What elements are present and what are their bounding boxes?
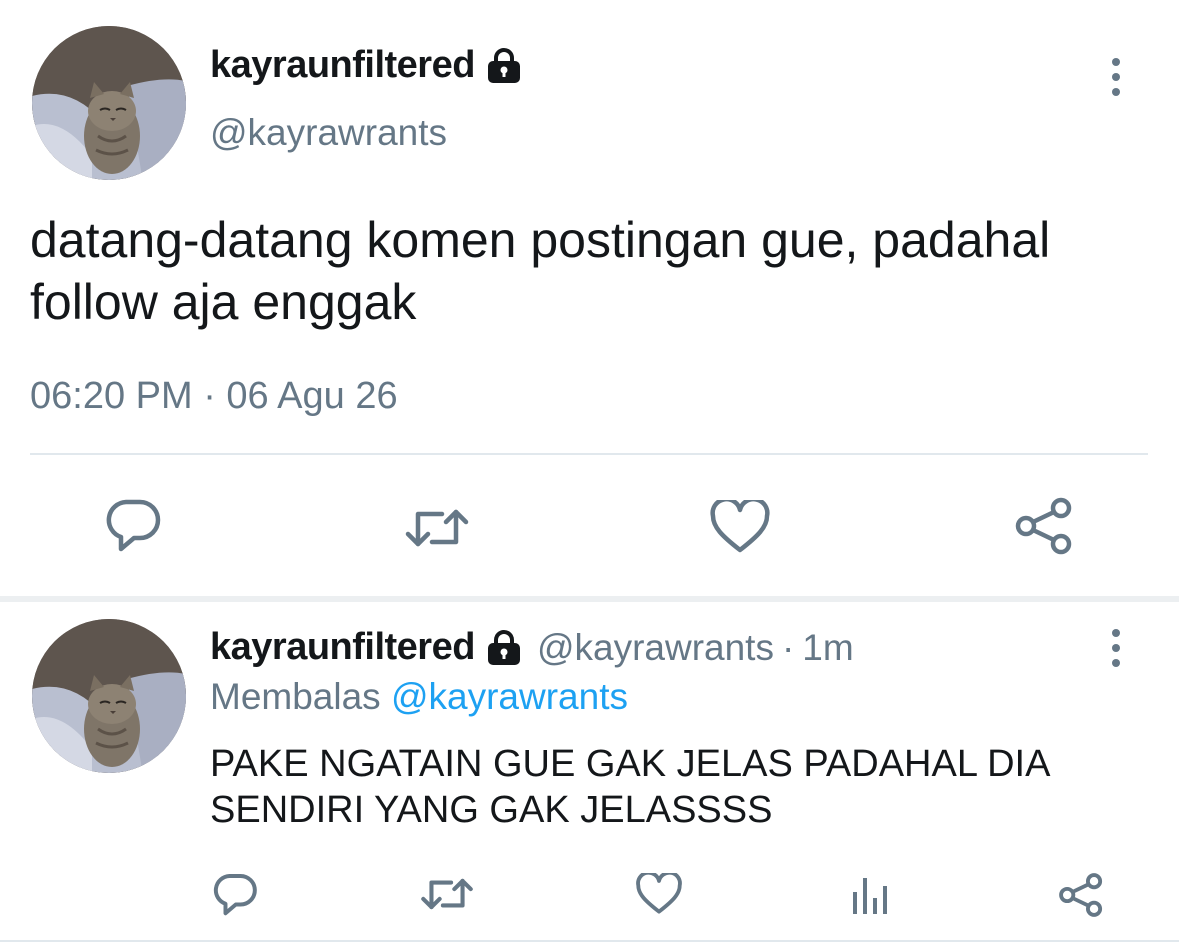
reply-header: kayraunfiltered @kayrawrants · 1m [210, 626, 854, 669]
more-options-button[interactable] [1110, 58, 1122, 96]
dot [1112, 58, 1120, 66]
divider [0, 940, 1179, 942]
like-icon [636, 873, 682, 914]
more-options-button[interactable] [1110, 629, 1122, 667]
analytics-icon [853, 878, 887, 914]
tweet-time[interactable]: 1m [802, 627, 853, 669]
dot [1112, 629, 1120, 637]
like-button[interactable] [636, 873, 682, 915]
avatar[interactable] [32, 619, 186, 773]
lock-icon [487, 629, 520, 665]
share-icon [1059, 873, 1103, 917]
time-separator: · [781, 626, 795, 668]
lock-icon [487, 47, 520, 83]
display-name[interactable]: kayraunfiltered [210, 626, 523, 669]
avatar[interactable] [32, 26, 186, 180]
reply-text: PAKE NGATAIN GUE GAK JELAS PADAHAL DIA S… [210, 743, 1049, 831]
cat-avatar-image [32, 26, 186, 180]
display-name[interactable]: kayraunfiltered [210, 44, 523, 87]
user-handle[interactable]: @kayrawrants [537, 627, 774, 669]
analytics-button[interactable] [850, 874, 890, 916]
reply-icon [213, 873, 257, 916]
share-button[interactable] [1058, 872, 1104, 918]
tweet-timestamp[interactable]: 06:20 PM · 06 Agu 26 [30, 375, 398, 418]
reply-icon [106, 499, 161, 552]
user-handle[interactable]: @kayrawrants [210, 112, 447, 154]
cat-avatar-image [32, 619, 186, 773]
dot [1112, 88, 1120, 96]
reply-button[interactable] [212, 872, 258, 918]
retweet-button[interactable] [404, 506, 470, 550]
replying-to: Membalas @kayrawrants [210, 676, 628, 718]
retweet-icon [405, 509, 469, 547]
divider [30, 453, 1148, 455]
tweet-text: datang-datang komen postingan gue, padah… [30, 212, 1051, 330]
share-icon [1015, 497, 1072, 555]
replying-label: Membalas [210, 676, 381, 717]
replying-to-link[interactable]: @kayrawrants [391, 676, 628, 717]
dot [1112, 73, 1120, 81]
reply-button[interactable] [104, 498, 162, 554]
display-name-text: kayraunfiltered [210, 626, 475, 668]
display-name-text: kayraunfiltered [210, 44, 475, 86]
like-icon [710, 500, 770, 553]
share-button[interactable] [1014, 497, 1074, 555]
dot [1112, 644, 1120, 652]
like-button[interactable] [710, 500, 770, 554]
dot [1112, 659, 1120, 667]
retweet-icon [421, 878, 473, 910]
retweet-button[interactable] [420, 876, 474, 912]
section-separator [0, 596, 1179, 602]
